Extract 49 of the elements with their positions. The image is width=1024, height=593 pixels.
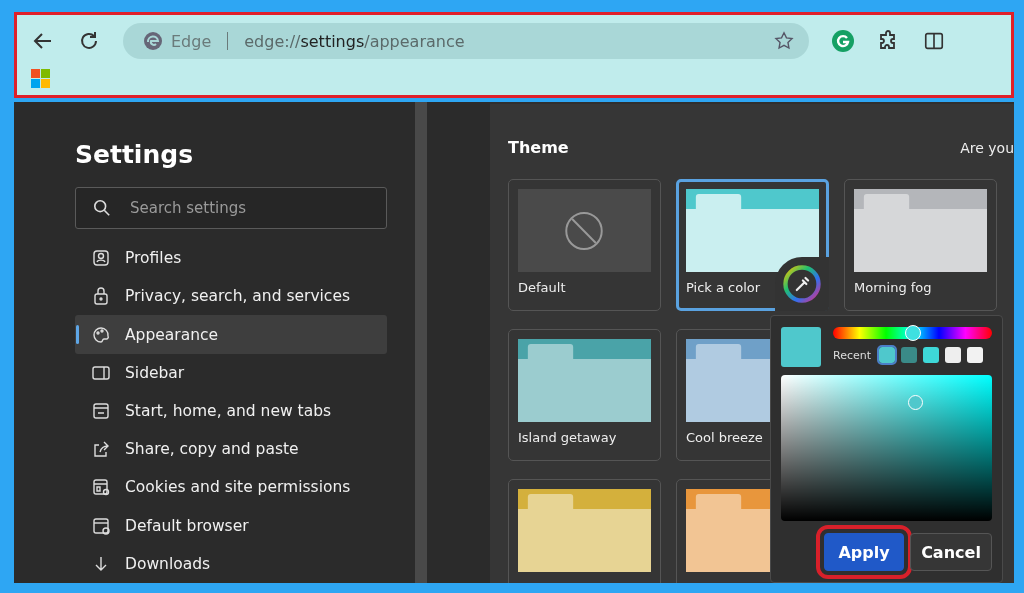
recent-color-swatch[interactable] <box>879 347 896 363</box>
color-gradient-area[interactable] <box>781 375 992 521</box>
cancel-button[interactable]: Cancel <box>910 533 992 571</box>
current-color-swatch <box>781 327 821 367</box>
slider-thumb[interactable] <box>904 325 921 341</box>
browser-logo-icon <box>143 31 163 51</box>
sidebar-item[interactable]: Profiles <box>75 239 387 278</box>
sidebar-item[interactable]: Default browser <box>75 506 387 545</box>
theme-card[interactable] <box>508 479 661 583</box>
hue-slider[interactable] <box>833 327 992 339</box>
palette-icon <box>91 324 111 345</box>
recent-color-swatch[interactable] <box>923 347 940 363</box>
sidebar-item[interactable]: Appearance <box>75 315 387 354</box>
color-picker-icon[interactable] <box>782 264 822 304</box>
search-icon <box>93 199 111 217</box>
theme-card[interactable]: Morning fog <box>844 179 997 311</box>
profile-icon <box>91 248 111 269</box>
windows-logo-icon[interactable] <box>31 69 51 89</box>
no-theme-icon <box>518 189 651 272</box>
recent-color-swatch[interactable] <box>945 347 962 363</box>
recent-label: Recent <box>833 348 872 362</box>
scrollbar[interactable] <box>415 102 427 583</box>
search-field[interactable]: Search settings <box>75 187 387 229</box>
theme-card[interactable]: Pick a color <box>676 179 829 311</box>
address-bar[interactable]: Edge edge://settings/appearance <box>123 23 809 59</box>
cookies-icon <box>91 477 111 498</box>
settings-title: Settings <box>75 140 194 169</box>
sidebar-item[interactable]: Start, home, and new tabs <box>75 391 387 431</box>
g-logo-icon[interactable] <box>831 29 855 53</box>
recent-color-swatch[interactable] <box>901 347 918 363</box>
sidebar-item[interactable]: Share, copy and paste <box>75 430 387 469</box>
side-text: Are you <box>960 139 1014 156</box>
star-icon[interactable] <box>773 30 795 52</box>
sidebar-item[interactable]: Cookies and site permissions <box>75 468 387 507</box>
sidebar-item[interactable]: Privacy, search, and services <box>75 277 387 316</box>
theme-heading: Theme <box>508 138 569 157</box>
sidebar-item[interactable]: Sidebar <box>75 353 387 392</box>
sidebar-item[interactable]: Downloads <box>75 544 387 583</box>
browser-icon <box>91 515 111 536</box>
split-screen-icon[interactable] <box>923 30 945 52</box>
color-handle[interactable] <box>908 395 923 410</box>
theme-card[interactable]: Island getaway <box>508 329 661 461</box>
browser-name: Edge <box>171 31 212 51</box>
share-icon <box>91 439 111 460</box>
url-text: edge://settings/appearance <box>244 31 466 51</box>
theme-card[interactable]: Default <box>508 179 661 311</box>
home-icon <box>91 401 111 421</box>
lock-icon <box>91 286 111 307</box>
recent-color-swatch[interactable] <box>967 347 984 363</box>
